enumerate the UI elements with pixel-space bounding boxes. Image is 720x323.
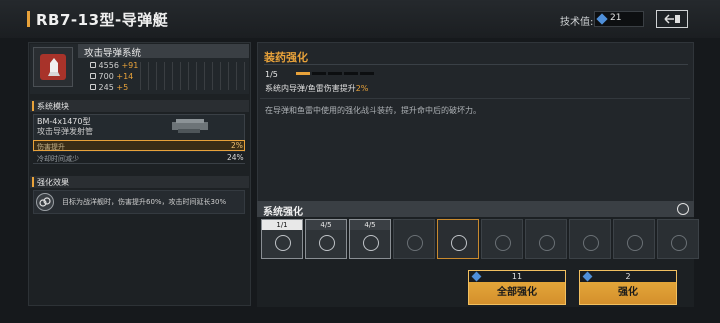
level-segment bbox=[328, 72, 342, 75]
section-accent bbox=[32, 177, 34, 187]
stat-bonus: +5 bbox=[116, 83, 129, 92]
tech-value-label: 技术值: bbox=[560, 17, 594, 28]
slot-level: 1/1 bbox=[262, 220, 302, 230]
page-title: RB7-13型-导弹艇 bbox=[36, 11, 169, 29]
enhance-slot[interactable] bbox=[657, 219, 699, 259]
level-segment bbox=[296, 72, 310, 75]
level-segment bbox=[344, 72, 358, 75]
refresh-icon[interactable] bbox=[677, 203, 689, 215]
gem-icon bbox=[582, 271, 593, 282]
enhance-slot[interactable]: 1/1 bbox=[261, 219, 303, 259]
module-row-label: 伤害提升 bbox=[37, 143, 65, 151]
stat-row-range: 700 +14 bbox=[90, 72, 133, 81]
stat-bonus: +91 bbox=[121, 61, 139, 70]
burst-icon bbox=[583, 235, 599, 251]
enhance-all-label: 全部强化 bbox=[497, 287, 537, 298]
stat-tick-gauge bbox=[140, 62, 245, 90]
system-enhance-title: 系统强化 bbox=[263, 207, 303, 218]
enhance-slot[interactable]: 4/5 bbox=[305, 219, 347, 259]
divider bbox=[264, 64, 688, 65]
stat-base: 245 bbox=[98, 83, 114, 92]
slot-level: 4/5 bbox=[306, 220, 346, 230]
tech-value: 21 bbox=[610, 13, 622, 23]
stat-row-damage: 4556 +91 bbox=[90, 61, 138, 70]
missile-icon bbox=[671, 235, 687, 251]
missile-icon bbox=[407, 235, 423, 251]
missile-emblem-icon bbox=[48, 58, 60, 76]
effect-icon bbox=[36, 193, 54, 211]
enhance-slot[interactable] bbox=[437, 219, 479, 259]
effect-section-title: 强化效果 bbox=[37, 178, 69, 187]
missile-icon bbox=[451, 235, 467, 251]
effect-description: 目标为战洋舰时，伤害提升60%，攻击时间延长30% bbox=[62, 198, 227, 206]
weapon-icon bbox=[33, 47, 73, 87]
slot-level: 4/5 bbox=[350, 220, 390, 230]
enhance-detail-panel bbox=[257, 42, 694, 206]
module-row-value: 24% bbox=[227, 153, 244, 162]
enhance-level: 1/5 bbox=[265, 70, 278, 79]
enhance-all-cost: 11 bbox=[511, 272, 523, 281]
enhance-slot[interactable] bbox=[613, 219, 655, 259]
range-icon bbox=[90, 73, 96, 79]
enhance-all-button[interactable]: 11 全部强化 bbox=[468, 270, 566, 305]
enhance-slot[interactable] bbox=[481, 219, 523, 259]
back-button[interactable] bbox=[656, 10, 688, 28]
effect-line-pct: 2% bbox=[355, 84, 369, 93]
system-enhance-header bbox=[257, 201, 694, 217]
divider bbox=[260, 98, 690, 99]
enhance-label: 强化 bbox=[618, 287, 638, 298]
gem-icon bbox=[471, 271, 482, 282]
level-segment bbox=[312, 72, 326, 75]
speed-icon bbox=[90, 84, 96, 90]
enhance-effect-line: 系统内导弹/鱼雷伤害提升2% bbox=[265, 83, 368, 94]
burst-icon bbox=[539, 235, 555, 251]
wrench-icon bbox=[363, 235, 379, 251]
enhance-slot[interactable]: 4/5 bbox=[349, 219, 391, 259]
stat-bonus: +14 bbox=[116, 72, 134, 81]
stat-base: 4556 bbox=[98, 61, 119, 70]
enhance-slot[interactable] bbox=[525, 219, 567, 259]
enhance-description: 在导弹和鱼雷中使用的强化战斗装药，提升命中后的破坏力。 bbox=[265, 106, 481, 115]
stat-base: 700 bbox=[98, 72, 114, 81]
module-section-title: 系统模块 bbox=[37, 102, 69, 111]
weapon-name: 攻击导弹系统 bbox=[84, 48, 142, 59]
module-subtitle: 攻击导弹发射管 bbox=[37, 127, 93, 136]
enhance-slot[interactable] bbox=[569, 219, 611, 259]
module-row-label: 冷却时间减少 bbox=[37, 155, 79, 163]
title-accent bbox=[27, 11, 30, 27]
damage-icon bbox=[90, 62, 96, 68]
level-segment bbox=[360, 72, 374, 75]
shell-icon bbox=[275, 235, 291, 251]
back-arrow-icon bbox=[664, 14, 680, 24]
section-accent bbox=[32, 101, 34, 111]
enhance-cost: 2 bbox=[625, 272, 631, 281]
burst-icon bbox=[627, 235, 643, 251]
enhance-title: 装药强化 bbox=[264, 51, 308, 64]
launcher-tube-icon bbox=[172, 119, 208, 133]
module-row-value: 2% bbox=[231, 141, 243, 150]
stat-row-speed: 245 +5 bbox=[90, 83, 128, 92]
enhance-button[interactable]: 2 强化 bbox=[579, 270, 677, 305]
enhance-slot[interactable] bbox=[393, 219, 435, 259]
radar-icon bbox=[495, 235, 511, 251]
shell-icon bbox=[319, 235, 335, 251]
effect-line-text: 系统内导弹/鱼雷伤害提升 bbox=[265, 84, 356, 93]
